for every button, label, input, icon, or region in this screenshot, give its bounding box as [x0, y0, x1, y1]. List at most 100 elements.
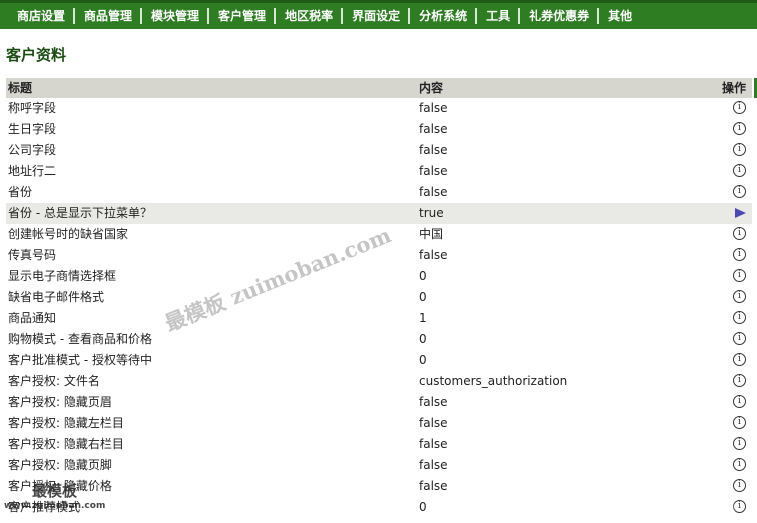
table-row[interactable]: 客户授权: 隐藏右栏目 false i	[6, 434, 752, 455]
row-value: false	[419, 458, 448, 472]
nav-item-3[interactable]: 客户管理	[207, 8, 274, 24]
row-action[interactable]: i	[733, 161, 746, 182]
row-action[interactable]: i	[733, 308, 746, 329]
row-action[interactable]: i	[733, 476, 746, 497]
row-action[interactable]	[735, 203, 746, 224]
row-action[interactable]: i	[733, 455, 746, 476]
row-title: 商品通知	[8, 311, 57, 325]
table-row[interactable]: 缺省电子邮件格式 0 i	[6, 287, 752, 308]
nav-item-0[interactable]: 商店设置	[0, 8, 73, 24]
row-title: 显示电子商情选择框	[8, 269, 117, 283]
row-value: false	[419, 416, 448, 430]
info-icon[interactable]: i	[733, 101, 746, 114]
table-row[interactable]: 生日字段 false i	[6, 119, 752, 140]
table-row[interactable]: 称呼字段 false i	[6, 98, 752, 119]
info-icon[interactable]: i	[733, 353, 746, 366]
table-row[interactable]: 客户授权: 隐藏左栏目 false i	[6, 413, 752, 434]
row-title: 公司字段	[8, 143, 57, 157]
row-action[interactable]: i	[733, 497, 746, 518]
row-title: 客户授权: 隐藏价格	[8, 479, 112, 493]
row-value: false	[419, 185, 448, 199]
table-row[interactable]: 商品通知 1 i	[6, 308, 752, 329]
table-row[interactable]: 客户授权: 隐藏页眉 false i	[6, 392, 752, 413]
info-icon[interactable]: i	[733, 164, 746, 177]
row-title: 客户批准模式 - 授权等待中	[8, 353, 152, 367]
row-title: 客户授权: 隐藏页脚	[8, 458, 112, 472]
row-action[interactable]: i	[733, 119, 746, 140]
table-row[interactable]: 地址行二 false i	[6, 161, 752, 182]
table-row[interactable]: 省份 false i	[6, 182, 752, 203]
info-icon[interactable]: i	[733, 500, 746, 513]
table-row[interactable]: 客户批准模式 - 授权等待中 0 i	[6, 350, 752, 371]
table-row[interactable]: 客户授权: 文件名 customers_authorization i	[6, 371, 752, 392]
row-action[interactable]: i	[733, 98, 746, 119]
info-icon[interactable]: i	[733, 437, 746, 450]
arrow-right-icon[interactable]	[735, 207, 746, 218]
info-icon[interactable]: i	[733, 143, 746, 156]
table-row[interactable]: 客户授权: 隐藏页脚 false i	[6, 455, 752, 476]
row-value: false	[419, 101, 448, 115]
nav-item-1[interactable]: 商品管理	[73, 8, 140, 24]
row-value: true	[419, 206, 444, 220]
info-icon[interactable]: i	[733, 395, 746, 408]
table-row[interactable]: 客户推荐模式 0 i	[6, 497, 752, 518]
row-action[interactable]: i	[733, 224, 746, 245]
info-icon[interactable]: i	[733, 248, 746, 261]
row-title: 客户授权: 隐藏页眉	[8, 395, 112, 409]
column-header-value: 内容	[419, 81, 444, 95]
row-value: 1	[419, 311, 427, 325]
row-value: false	[419, 395, 448, 409]
column-header-title: 标题	[8, 81, 33, 95]
row-action[interactable]: i	[733, 329, 746, 350]
row-action[interactable]: i	[733, 413, 746, 434]
info-icon[interactable]: i	[733, 269, 746, 282]
row-value: false	[419, 122, 448, 136]
info-icon[interactable]: i	[733, 311, 746, 324]
info-icon[interactable]: i	[733, 374, 746, 387]
row-title: 省份 - 总是显示下拉菜单？	[8, 206, 152, 220]
row-action[interactable]: i	[733, 182, 746, 203]
row-title: 客户授权: 隐藏左栏目	[8, 416, 124, 430]
info-icon[interactable]: i	[733, 185, 746, 198]
row-title: 生日字段	[8, 122, 57, 136]
row-action[interactable]: i	[733, 245, 746, 266]
table-row[interactable]: 客户授权: 隐藏价格 false i	[6, 476, 752, 497]
nav-item-9[interactable]: 其他	[597, 8, 640, 24]
table-row[interactable]: 显示电子商情选择框 0 i	[6, 266, 752, 287]
info-icon[interactable]: i	[733, 227, 746, 240]
row-action[interactable]: i	[733, 371, 746, 392]
row-action[interactable]: i	[733, 434, 746, 455]
nav-item-6[interactable]: 分析系统	[408, 8, 475, 24]
table-header-row: 标题 内容 操作	[6, 78, 752, 98]
row-value: 0	[419, 290, 427, 304]
info-icon[interactable]: i	[733, 479, 746, 492]
row-value: false	[419, 143, 448, 157]
table-row[interactable]: 购物模式 - 查看商品和价格 0 i	[6, 329, 752, 350]
info-icon[interactable]: i	[733, 122, 746, 135]
row-action[interactable]: i	[733, 287, 746, 308]
info-icon[interactable]: i	[733, 458, 746, 471]
info-icon[interactable]: i	[733, 290, 746, 303]
row-action[interactable]: i	[733, 350, 746, 371]
row-value: customers_authorization	[419, 374, 568, 388]
row-action[interactable]: i	[733, 392, 746, 413]
info-icon[interactable]: i	[733, 416, 746, 429]
config-table: 标题 内容 操作 称呼字段 false i 生日字段 false i 公司字段 false i 地…	[6, 78, 752, 518]
nav-item-5[interactable]: 界面设定	[341, 8, 408, 24]
nav-item-2[interactable]: 模块管理	[140, 8, 207, 24]
table-row[interactable]: 公司字段 false i	[6, 140, 752, 161]
nav-item-4[interactable]: 地区税率	[274, 8, 341, 24]
nav-item-8[interactable]: 礼券优惠券	[518, 8, 597, 24]
row-title: 客户授权: 文件名	[8, 374, 100, 388]
table-row[interactable]: 创建帐号时的缺省国家 中国 i	[6, 224, 752, 245]
row-value: 0	[419, 353, 427, 367]
row-action[interactable]: i	[733, 140, 746, 161]
row-action[interactable]: i	[733, 266, 746, 287]
info-icon[interactable]: i	[733, 332, 746, 345]
row-value: 中国	[419, 227, 444, 241]
table-row[interactable]: 省份 - 总是显示下拉菜单？ true	[6, 203, 752, 224]
table-row[interactable]: 传真号码 false i	[6, 245, 752, 266]
row-title: 客户推荐模式	[8, 500, 81, 514]
row-title: 购物模式 - 查看商品和价格	[8, 332, 152, 346]
nav-item-7[interactable]: 工具	[475, 8, 518, 24]
